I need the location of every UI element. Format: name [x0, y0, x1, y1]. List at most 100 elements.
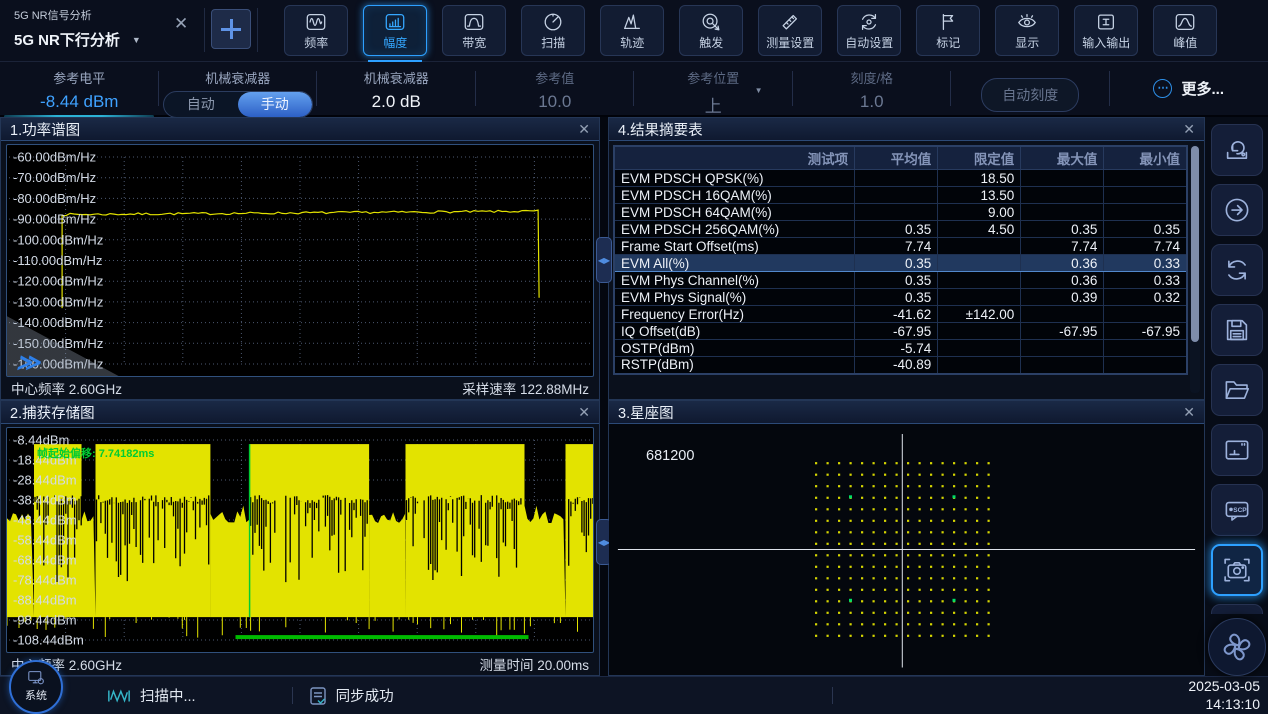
- toolbar-button-display[interactable]: 显示: [995, 5, 1059, 56]
- table-cell: [938, 289, 1021, 306]
- system-button[interactable]: 系统: [9, 660, 63, 714]
- toolbar-button-trace[interactable]: 轨迹: [600, 5, 664, 56]
- table-row[interactable]: EVM Phys Signal(%)0.350.390.32: [614, 289, 1187, 306]
- save-file-icon: [1222, 315, 1252, 345]
- table-row[interactable]: EVM PDSCH 64QAM(%)9.00: [614, 204, 1187, 221]
- panel-capture-memory: 2.捕获存储图 ✕ -8.44dBm-18.44dBm-28.44dBm-38.…: [0, 400, 600, 676]
- panel-result-summary: 4.结果摘要表 ✕ 测试项平均值限定值最大值最小值EVM PDSCH QPSK(…: [608, 117, 1205, 400]
- toolbar-button-bandwidth[interactable]: 带宽: [442, 5, 506, 56]
- sidebar-button-save-file[interactable]: [1211, 304, 1263, 356]
- panel-close-icon[interactable]: ✕: [1183, 121, 1195, 138]
- param-cell-3[interactable]: 参考值10.0: [476, 62, 635, 115]
- table-cell: 0.36: [1021, 272, 1104, 289]
- param-more[interactable]: ⋯更多...: [1110, 62, 1268, 115]
- table-cell: EVM PDSCH QPSK(%): [614, 170, 855, 187]
- sidebar-button-sync-refresh[interactable]: [1211, 244, 1263, 296]
- table-scrollbar-thumb[interactable]: [1191, 146, 1199, 342]
- table-scrollbar[interactable]: [1190, 145, 1200, 393]
- datetime-display: 2025-03-05 14:13:10: [1188, 678, 1260, 713]
- table-row[interactable]: RSTP(dBm)-40.89: [614, 357, 1187, 374]
- table-row[interactable]: Frequency Error(Hz)-41.62±142.00: [614, 306, 1187, 323]
- result-summary-table[interactable]: 测试项平均值限定值最大值最小值EVM PDSCH QPSK(%)18.50EVM…: [613, 145, 1188, 375]
- toolbar-button-marker[interactable]: 标记: [916, 5, 980, 56]
- panel-constellation: 3.星座图 ✕ 681200: [608, 400, 1205, 676]
- bandwidth-icon: [463, 11, 485, 33]
- sidebar-button-recall-preset[interactable]: [1211, 124, 1263, 176]
- panel-title: 2.捕获存储图: [10, 402, 95, 423]
- more-button[interactable]: ⋯更多...: [1110, 68, 1268, 115]
- param-value: 10.0: [476, 92, 635, 112]
- toolbar-button-trigger[interactable]: 触发: [679, 5, 743, 56]
- table-cell: [938, 357, 1021, 374]
- table-cell: [938, 340, 1021, 357]
- table-cell: EVM Phys Signal(%): [614, 289, 855, 306]
- param-cell-0[interactable]: 参考电平-8.44 dBm: [0, 62, 159, 115]
- table-row[interactable]: IQ Offset(dB)-67.95-67.95-67.95: [614, 323, 1187, 340]
- table-cell: -67.95: [855, 323, 938, 340]
- param-cell-4[interactable]: 参考位置上▼: [634, 62, 793, 115]
- table-row[interactable]: EVM PDSCH 16QAM(%)13.50: [614, 187, 1187, 204]
- capture-memory-plot[interactable]: -8.44dBm-18.44dBm-28.44dBm-38.44dBm-48.4…: [6, 427, 594, 653]
- trigger-icon: [700, 11, 722, 33]
- toolbar-button-peak[interactable]: 峰值: [1153, 5, 1217, 56]
- sidebar-button-flower-logo[interactable]: [1208, 618, 1266, 676]
- param-value: 上: [634, 92, 793, 117]
- panel-close-icon[interactable]: ✕: [578, 121, 590, 138]
- table-row[interactable]: EVM PDSCH QPSK(%)18.50: [614, 170, 1187, 187]
- more-label: 更多...: [1181, 78, 1224, 99]
- toolbar-button-input-output[interactable]: 输入输出: [1074, 5, 1138, 56]
- param-label: 机械衰减器: [159, 68, 318, 87]
- auto-scale-button[interactable]: 自动刻度: [981, 78, 1079, 112]
- toolbar-button-amplitude[interactable]: 幅度: [363, 5, 427, 56]
- panel-close-icon[interactable]: ✕: [1183, 404, 1195, 421]
- sidebar-button-open-folder[interactable]: [1211, 364, 1263, 416]
- table-cell: 0.35: [855, 289, 938, 306]
- toggle-option[interactable]: 手动: [238, 92, 312, 117]
- table-row[interactable]: Frame Start Offset(ms)7.747.747.74: [614, 238, 1187, 255]
- panel-close-icon[interactable]: ✕: [578, 404, 590, 421]
- sidebar-button-display-window[interactable]: [1211, 424, 1263, 476]
- table-cell: EVM PDSCH 16QAM(%): [614, 187, 855, 204]
- table-row[interactable]: EVM Phys Channel(%)0.350.360.33: [614, 272, 1187, 289]
- result-summary-table-wrap: 测试项平均值限定值最大值最小值EVM PDSCH QPSK(%)18.50EVM…: [613, 145, 1200, 393]
- table-row[interactable]: EVM All(%)0.350.360.33: [614, 255, 1187, 272]
- sidebar-button-scpi-command[interactable]: SCPI: [1211, 484, 1263, 536]
- toggle-option[interactable]: 自动: [164, 92, 238, 117]
- table-cell: EVM Phys Channel(%): [614, 272, 855, 289]
- toolbar-button-sweep[interactable]: 扫描: [521, 5, 585, 56]
- toolbar-button-label: 频率: [304, 34, 328, 51]
- sidebar-button-partial[interactable]: [1211, 604, 1263, 614]
- table-cell: Frequency Error(Hz): [614, 306, 855, 323]
- table-cell: [1104, 170, 1187, 187]
- sidebar-button-screenshot-camera[interactable]: [1211, 544, 1263, 596]
- param-cell-1[interactable]: 机械衰减器自动手动: [159, 62, 318, 115]
- expand-chevrons-icon[interactable]: ≫: [16, 349, 40, 376]
- column-header: 最大值: [1021, 146, 1104, 170]
- toolbar-button-label: 显示: [1015, 34, 1039, 51]
- time-text: 14:13:10: [1188, 696, 1260, 714]
- sync-refresh-icon: [1222, 255, 1252, 285]
- constellation-plot[interactable]: 681200: [609, 424, 1204, 675]
- scpi-command-icon: SCPI: [1222, 495, 1252, 525]
- add-measurement-button[interactable]: [211, 9, 251, 49]
- attenuator-mode-toggle[interactable]: 自动手动: [163, 91, 313, 118]
- toolbar-button-auto-setup[interactable]: 自动设置: [837, 5, 901, 56]
- toolbar-button-measure-setup[interactable]: 测量设置: [758, 5, 822, 56]
- chevron-down-icon[interactable]: ▼: [132, 35, 141, 45]
- sidebar-button-run-next[interactable]: [1211, 184, 1263, 236]
- param-cell-5[interactable]: 刻度/格1.0: [793, 62, 952, 115]
- param-cell-2[interactable]: 机械衰减器2.0 dB: [317, 62, 476, 115]
- table-row[interactable]: OSTP(dBm)-5.74: [614, 340, 1187, 357]
- toolbar-button-label: 带宽: [462, 34, 486, 51]
- measurement-selector[interactable]: 5G NR信号分析 5G NR下行分析 ▼: [0, 0, 172, 50]
- chevron-down-icon: ▼: [755, 86, 763, 95]
- table-cell: 0.36: [1021, 255, 1104, 272]
- param-cell-6[interactable]: 自动刻度: [951, 62, 1110, 115]
- table-row[interactable]: EVM PDSCH 256QAM(%)0.354.500.350.35: [614, 221, 1187, 238]
- power-spectrum-plot[interactable]: -60.00dBm/Hz-70.00dBm/Hz-80.00dBm/Hz-90.…: [6, 144, 594, 377]
- frame-offset-annotation: 帧起始偏移: 7.74182ms: [37, 445, 154, 461]
- close-measurement-icon[interactable]: ✕: [174, 14, 188, 34]
- toolbar-button-frequency[interactable]: 频率: [284, 5, 348, 56]
- splitter-handle[interactable]: ◀▶: [596, 237, 612, 283]
- table-cell: -67.95: [1021, 323, 1104, 340]
